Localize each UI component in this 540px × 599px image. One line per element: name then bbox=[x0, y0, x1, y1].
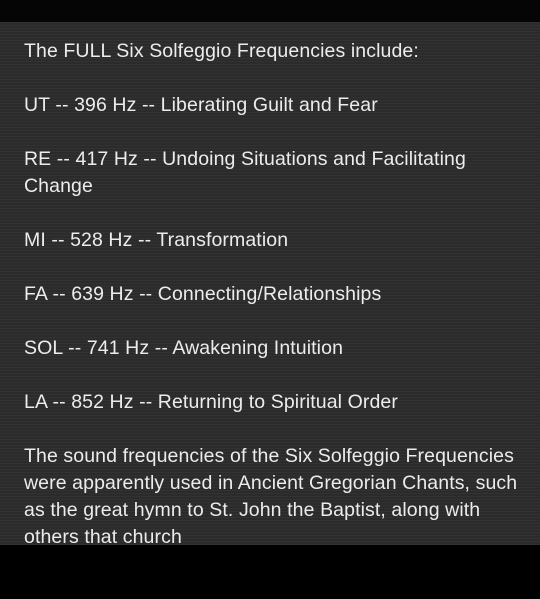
frequency-item-mi: MI -- 528 Hz -- Transformation bbox=[24, 229, 289, 251]
bottom-black-bar bbox=[0, 545, 540, 599]
top-black-bar bbox=[0, 0, 540, 22]
text-post-panel: The FULL Six Solfeggio Frequencies inclu… bbox=[0, 22, 540, 545]
description-paragraph: The sound frequencies of the Six Solfegg… bbox=[24, 445, 518, 545]
post-text-block: The FULL Six Solfeggio Frequencies inclu… bbox=[24, 38, 524, 545]
frequency-item-la: LA -- 852 Hz -- Returning to Spiritual O… bbox=[24, 391, 398, 413]
frequency-item-sol: SOL -- 741 Hz -- Awakening Intuition bbox=[24, 337, 344, 359]
frequency-item-ut: UT -- 396 Hz -- Liberating Guilt and Fea… bbox=[24, 94, 378, 116]
intro-line: The FULL Six Solfeggio Frequencies inclu… bbox=[24, 40, 419, 62]
frequency-item-re: RE -- 417 Hz -- Undoing Situations and F… bbox=[24, 148, 466, 197]
frequency-item-fa: FA -- 639 Hz -- Connecting/Relationships bbox=[24, 283, 382, 305]
